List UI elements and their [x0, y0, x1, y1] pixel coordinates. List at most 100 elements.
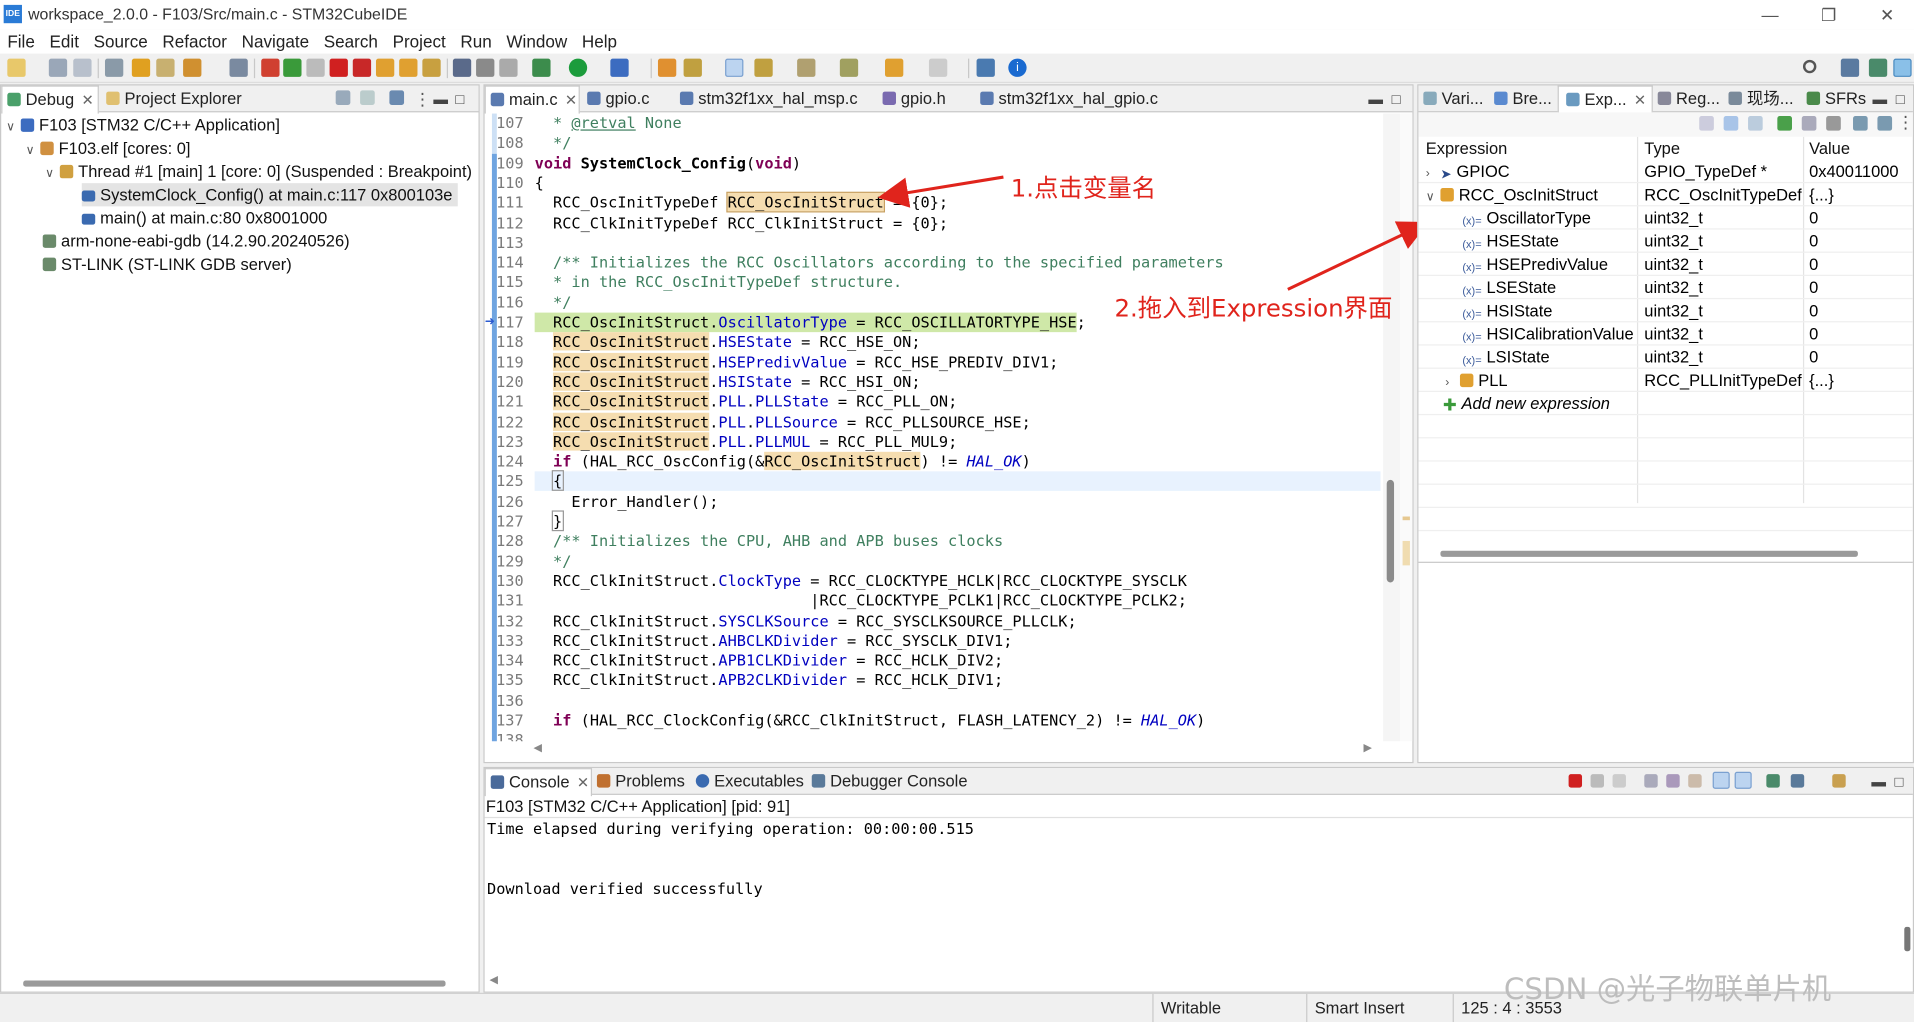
resume-icon[interactable] — [283, 58, 302, 77]
status-insert-mode[interactable]: Smart Insert — [1306, 993, 1452, 1022]
terminate-icon[interactable] — [1568, 774, 1583, 788]
refresh-icon[interactable] — [183, 58, 202, 77]
search-icon[interactable] — [1802, 59, 1817, 74]
restart-icon[interactable] — [476, 58, 495, 77]
skip-breakpoints-icon[interactable] — [229, 58, 248, 77]
close-icon[interactable]: ✕ — [82, 92, 94, 109]
column-header-type[interactable]: Type — [1644, 137, 1680, 160]
tab-hal-msp[interactable]: stm32f1xx_hal_msp.c — [679, 85, 858, 112]
maximize-view-icon[interactable]: □ — [1895, 768, 1904, 795]
console-output[interactable]: Time elapsed during verifying operation:… — [487, 819, 974, 899]
scroll-right-icon[interactable]: ▶ — [1364, 741, 1372, 754]
prev-annotation-icon[interactable] — [797, 58, 816, 77]
minimize-button[interactable]: — — [1752, 2, 1789, 26]
tree-item-launch[interactable]: ∨ F103 [STM32 C/C++ Application] — [6, 114, 280, 137]
chevron-down-icon[interactable]: ∨ — [1426, 186, 1441, 209]
external-tools-icon[interactable] — [610, 58, 629, 77]
close-icon[interactable]: ✕ — [565, 92, 577, 109]
menu-search[interactable]: Search — [316, 29, 385, 53]
menu-run[interactable]: Run — [453, 29, 499, 53]
tab-debugger-console[interactable]: Debugger Console — [811, 768, 968, 795]
open-console-icon[interactable] — [1832, 774, 1846, 788]
remove-all-icon[interactable] — [1826, 116, 1841, 131]
scroll-left-icon[interactable]: ◀ — [533, 741, 541, 754]
expression-row[interactable]: (x)= HSIState uint32_t 0 — [1418, 299, 1913, 323]
link-icon[interactable] — [360, 90, 375, 106]
add-expression-row[interactable]: ✚ Add new expression — [1418, 392, 1913, 416]
tab-problems[interactable]: Problems — [596, 768, 685, 795]
filter-icon[interactable] — [499, 58, 518, 77]
horizontal-scrollbar[interactable]: ◀ ▶ — [533, 741, 1375, 759]
show-on-error-icon[interactable] — [1734, 771, 1752, 789]
step-over-icon[interactable] — [399, 58, 418, 77]
word-wrap-icon[interactable] — [1688, 774, 1702, 788]
open-element-icon[interactable] — [683, 58, 702, 77]
minimize-view-icon[interactable]: ▬ — [433, 85, 448, 112]
expression-row[interactable]: ∨ RCC_OscInitStruct RCC_OscInitTypeDef {.… — [1418, 183, 1913, 209]
horizontal-scrollbar[interactable] — [23, 980, 446, 987]
expression-row[interactable]: (x)= HSEPredivValue uint32_t 0 — [1418, 253, 1913, 276]
menu-navigate[interactable]: Navigate — [234, 29, 316, 53]
detail-divider[interactable] — [1418, 561, 1913, 563]
forward-icon[interactable] — [928, 58, 948, 77]
tree-item-thread[interactable]: ∨ Thread #1 [main] 1 [core: 0] (Suspended… — [45, 160, 472, 183]
info-icon[interactable]: i — [1008, 58, 1027, 77]
run-icon[interactable] — [568, 58, 588, 77]
chevron-down-icon[interactable]: ∨ — [6, 116, 21, 139]
chevron-down-icon[interactable]: ∨ — [26, 139, 41, 162]
tree-item-stlink[interactable]: ST-LINK (ST-LINK GDB server) — [42, 253, 292, 276]
expression-row[interactable]: (x)= LSEState uint32_t 0 — [1418, 276, 1913, 300]
scrollbar-thumb[interactable] — [1386, 479, 1395, 583]
show-type-names-icon[interactable] — [1699, 116, 1714, 131]
debug-perspective-icon[interactable] — [1893, 58, 1912, 77]
tab-hal-gpio[interactable]: stm32f1xx_hal_gpio.c — [980, 85, 1158, 112]
chevron-right-icon[interactable]: › — [1426, 162, 1441, 185]
menu-refactor[interactable]: Refactor — [155, 29, 234, 53]
tab-gpio-c[interactable]: gpio.c — [587, 85, 649, 112]
expression-row[interactable]: (x)= HSICalibrationValue uint32_t 0 — [1418, 322, 1913, 346]
tab-breakpoints[interactable]: Bre... — [1494, 85, 1552, 112]
c-cpp-perspective-icon[interactable] — [1840, 58, 1860, 77]
chevron-right-icon[interactable]: › — [1445, 371, 1460, 394]
tree-item-elf[interactable]: ∨ F103.elf [cores: 0] — [26, 137, 191, 160]
menu-source[interactable]: Source — [86, 29, 155, 53]
collapse-all-icon[interactable] — [335, 90, 351, 106]
maximize-view-icon[interactable]: □ — [1392, 85, 1401, 112]
last-edit-icon[interactable] — [839, 58, 859, 77]
next-annotation-icon[interactable] — [754, 58, 773, 77]
remove-launch-icon[interactable] — [1590, 774, 1604, 788]
menu-project[interactable]: Project — [385, 29, 453, 53]
tree-item-frame[interactable]: main() at main.c:80 0x8001000 — [81, 206, 327, 229]
back-icon[interactable] — [885, 58, 904, 77]
toggle-mark-occurrences-icon[interactable] — [725, 58, 744, 77]
close-icon[interactable]: ✕ — [1634, 92, 1646, 109]
debug-icon[interactable] — [261, 58, 280, 77]
expand-icon[interactable] — [1853, 116, 1868, 131]
display-console-icon[interactable] — [1790, 774, 1805, 788]
console-scrollbar-thumb[interactable] — [1904, 926, 1911, 952]
minimize-view-icon[interactable]: ▬ — [1871, 768, 1886, 795]
maximize-view-icon[interactable]: □ — [455, 85, 464, 112]
menu-help[interactable]: Help — [575, 29, 625, 53]
tab-console[interactable]: Console ✕ — [484, 768, 593, 797]
undo-icon[interactable] — [131, 58, 151, 77]
device-config-perspective-icon[interactable] — [1868, 58, 1888, 77]
tab-main-c[interactable]: main.c ✕ — [484, 85, 580, 114]
add-expression-icon[interactable] — [1777, 116, 1792, 131]
suspend-icon[interactable] — [306, 58, 325, 77]
disconnect-icon[interactable] — [352, 58, 372, 77]
minimize-view-icon[interactable]: ▬ — [1873, 85, 1888, 112]
expression-row[interactable]: (x)= LSIState uint32_t 0 — [1418, 346, 1913, 369]
show-logical-structure-icon[interactable] — [1723, 116, 1739, 131]
close-icon[interactable]: ✕ — [577, 774, 589, 791]
restore-icon[interactable]: ❐ — [1810, 2, 1847, 26]
tab-registers[interactable]: Reg... — [1657, 85, 1720, 112]
new-icon[interactable] — [7, 58, 26, 77]
pin-console-icon[interactable] — [1766, 774, 1780, 788]
remove-all-icon[interactable] — [1612, 774, 1626, 788]
expression-row[interactable]: › ➤ GPIOC GPIO_TypeDef * 0x40011000 — [1418, 160, 1913, 185]
save-icon[interactable] — [48, 58, 68, 77]
terminate-icon[interactable] — [329, 58, 348, 77]
tab-debug[interactable]: Debug ✕ — [1, 85, 99, 114]
chevron-down-icon[interactable]: ∨ — [45, 162, 60, 185]
